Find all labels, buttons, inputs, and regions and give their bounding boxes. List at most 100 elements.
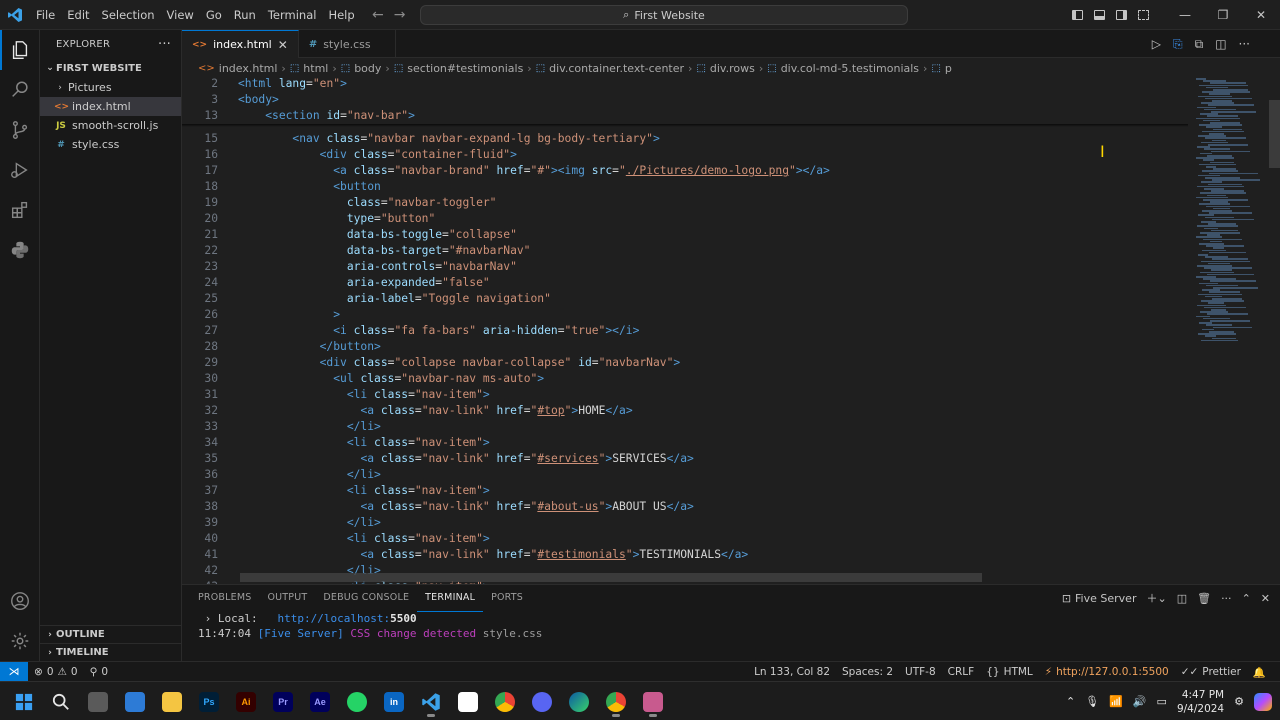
breadcrumb-item[interactable]: <> index.html — [198, 62, 277, 75]
code-line[interactable]: 40 <li class="nav-item"> — [182, 531, 489, 547]
code-line[interactable]: 17 <a class="navbar-brand" href="#"><img… — [182, 163, 829, 179]
taskbar-chrome-button[interactable] — [489, 686, 521, 718]
taskbar-vscode-button[interactable] — [415, 686, 447, 718]
copilot-icon[interactable] — [1254, 692, 1272, 711]
settings-gear-icon[interactable] — [0, 621, 40, 661]
code-line[interactable]: 41 <a class="nav-link" href="#testimonia… — [182, 547, 748, 563]
tab-index-html[interactable]: <> index.html ✕ — [182, 30, 299, 58]
explorer-icon[interactable] — [0, 30, 40, 70]
outline-section[interactable]: › OUTLINE — [40, 625, 182, 643]
code-line[interactable]: 34 <li class="nav-item"> — [182, 435, 489, 451]
breadcrumb-item[interactable]: ⬚ div.col-md-5.testimonials — [767, 62, 919, 75]
tree-item-pictures[interactable]: › Pictures — [40, 78, 181, 97]
live-server-status[interactable]: ⚡ http://127.0.0.1:5500 — [1039, 666, 1175, 678]
taskbar-illustrator-button[interactable]: Ai — [230, 686, 262, 718]
code-line[interactable]: 33 </li> — [182, 419, 380, 435]
breadcrumb-item[interactable]: ⬚ p — [931, 62, 951, 75]
code-line[interactable]: 13 <section id="nav-bar"> — [182, 108, 415, 124]
code-line[interactable]: 22 data-bs-target="#navbarNav" — [182, 243, 530, 259]
customize-layout-icon[interactable] — [1132, 0, 1154, 30]
restore-icon[interactable]: ❐ — [1204, 0, 1242, 30]
tree-item-style-css[interactable]: # style.css — [40, 135, 181, 154]
forward-arrow-icon[interactable]: → — [394, 7, 406, 23]
remote-indicator-icon[interactable]: ⋊ — [0, 661, 28, 682]
timeline-section[interactable]: › TIMELINE — [40, 643, 182, 661]
run-and-debug-icon[interactable] — [0, 150, 40, 190]
code-line[interactable]: 31 <li class="nav-item"> — [182, 387, 489, 403]
more-actions-icon[interactable]: ··· — [158, 37, 171, 52]
notifications-bell-icon[interactable]: 🔔 — [1247, 666, 1272, 679]
breadcrumb-item[interactable]: ⬚ div.container.text-center — [536, 62, 684, 75]
taskbar-start-button[interactable] — [8, 686, 40, 718]
tree-item-index-html[interactable]: <> index.html — [40, 97, 181, 116]
taskbar-capcut-button[interactable] — [452, 686, 484, 718]
code-line[interactable]: 20 type="button" — [182, 211, 435, 227]
workspace-folder[interactable]: ⌄ FIRST WEBSITE — [40, 58, 181, 78]
taskbar-after-effects-button[interactable]: Ae — [304, 686, 336, 718]
tree-item-smooth-scroll-js[interactable]: JS smooth-scroll.js — [40, 116, 181, 135]
menu-edit[interactable]: Edit — [61, 0, 95, 30]
taskbar-linkedin-button[interactable]: in — [378, 686, 410, 718]
maximize-panel-icon[interactable]: ⌃ — [1242, 592, 1251, 605]
code-line[interactable]: 23 aria-controls="navbarNav" — [182, 259, 517, 275]
taskbar-store-button[interactable] — [119, 686, 151, 718]
wifi-icon[interactable]: 📶 — [1109, 695, 1123, 708]
code-line[interactable]: 18 <button — [182, 179, 380, 195]
code-line[interactable]: 28 </button> — [182, 339, 380, 355]
code-line[interactable]: 24 aria-expanded="false" — [182, 275, 489, 291]
code-line[interactable]: 25 aria-label="Toggle navigation" — [182, 291, 551, 307]
toggle-secondary-sidebar-icon[interactable] — [1110, 0, 1132, 30]
tab-output[interactable]: OUTPUT — [259, 585, 315, 611]
vertical-scrollbar[interactable] — [1269, 100, 1280, 168]
clock[interactable]: 4:47 PM 9/4/2024 — [1177, 688, 1224, 716]
search-view-icon[interactable] — [0, 70, 40, 110]
encoding[interactable]: UTF-8 — [899, 666, 942, 678]
taskbar-photoshop-button[interactable]: Ps — [193, 686, 225, 718]
code-line[interactable]: 38 <a class="nav-link" href="#about-us">… — [182, 499, 693, 515]
taskbar-premiere-button[interactable]: Pr — [267, 686, 299, 718]
toggle-primary-sidebar-icon[interactable] — [1066, 0, 1088, 30]
tab-debug-console[interactable]: DEBUG CONSOLE — [315, 585, 417, 611]
minimap[interactable] — [1188, 76, 1280, 584]
code-line[interactable]: 37 <li class="nav-item"> — [182, 483, 489, 499]
menu-view[interactable]: View — [161, 0, 200, 30]
open-preview-icon[interactable]: ⧉ — [1195, 37, 1204, 52]
code-line[interactable]: 21 data-bs-toggle="collapse" — [182, 227, 516, 243]
live-server-icon[interactable]: ⎘ — [1173, 37, 1183, 52]
tab-style-css[interactable]: # style.css — [299, 30, 396, 58]
code-line[interactable]: 16 <div class="container-fluid"> — [182, 147, 517, 163]
menu-selection[interactable]: Selection — [96, 0, 161, 30]
code-line[interactable]: 29 <div class="collapse navbar-collapse"… — [182, 355, 680, 371]
toggle-panel-icon[interactable] — [1088, 0, 1110, 30]
tab-problems[interactable]: PROBLEMS — [190, 585, 259, 611]
code-line[interactable]: 36 </li> — [182, 467, 380, 483]
ports-status[interactable]: ⚲ 0 — [84, 666, 114, 678]
new-terminal-icon[interactable]: ＋⌄ — [1146, 590, 1166, 606]
minimize-icon[interactable]: — — [1166, 0, 1204, 30]
code-line[interactable]: 27 <i class="fa fa-bars" aria-hidden="tr… — [182, 323, 639, 339]
back-arrow-icon[interactable]: ← — [372, 7, 384, 23]
code-line[interactable]: 39 </li> — [182, 515, 380, 531]
problems-status[interactable]: ⊗ 0 ⚠ 0 — [28, 666, 84, 678]
taskbar-snipping-tool-button[interactable] — [637, 686, 669, 718]
taskbar-file-explorer-button[interactable] — [156, 686, 188, 718]
indentation[interactable]: Spaces: 2 — [836, 666, 899, 678]
language-mode[interactable]: {} HTML — [980, 666, 1039, 678]
menu-terminal[interactable]: Terminal — [262, 0, 323, 30]
show-hidden-icons-icon[interactable]: ⌃ — [1066, 695, 1075, 708]
taskbar-edge-button[interactable] — [563, 686, 595, 718]
terminal-output[interactable]: › Local: http://localhost:5500 11:47:04 … — [182, 611, 1280, 641]
breadcrumb-item[interactable]: ⬚ div.rows — [696, 62, 754, 75]
run-file-icon[interactable]: ▷ — [1152, 37, 1161, 51]
menu-file[interactable]: File — [30, 0, 61, 30]
code-line[interactable]: 2 <html lang="en"> — [182, 76, 347, 92]
code-line[interactable]: 19 class="navbar-toggler" — [182, 195, 496, 211]
close-panel-icon[interactable]: ✕ — [1261, 592, 1270, 605]
close-window-icon[interactable]: ✕ — [1242, 0, 1280, 30]
split-editor-icon[interactable]: ◫ — [1215, 37, 1226, 51]
more-panel-actions-icon[interactable]: ··· — [1221, 592, 1232, 605]
breadcrumb-item[interactable]: ⬚ html — [290, 62, 329, 75]
taskbar-discord-button[interactable] — [526, 686, 558, 718]
cursor-position[interactable]: Ln 133, Col 82 — [748, 666, 836, 678]
code-line[interactable]: 3 <body> — [182, 92, 279, 108]
